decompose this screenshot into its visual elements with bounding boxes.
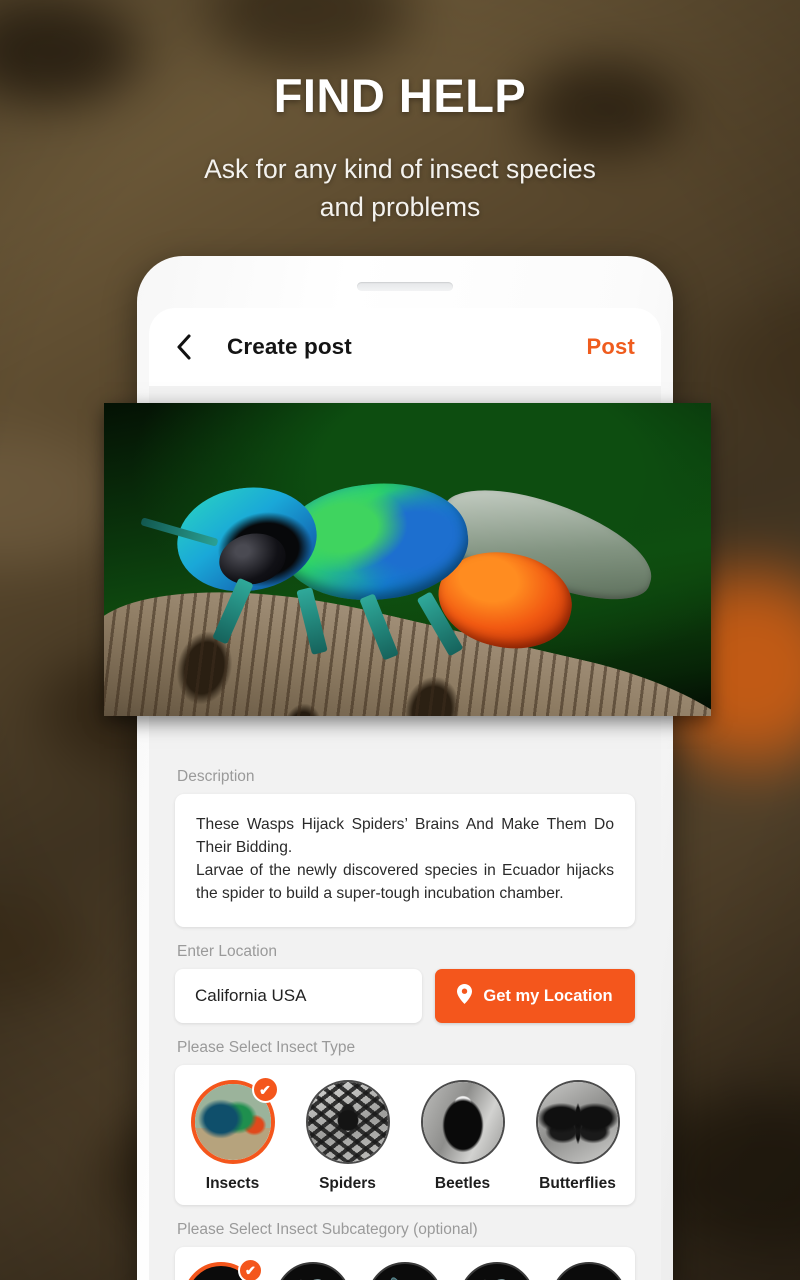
insect-type-option-butterflies[interactable]: Butterflies xyxy=(532,1080,624,1193)
spider-thumb xyxy=(305,1080,390,1165)
insect-type-option-label: Spiders xyxy=(319,1175,376,1193)
promo-subtitle-line2: and problems xyxy=(319,191,481,222)
ant-thumb-wrap: 🐜 ✔ xyxy=(183,1258,263,1280)
description-line-2: Larvae of the newly discovered species i… xyxy=(196,862,614,903)
spider-thumb-image xyxy=(307,1082,388,1163)
post-button[interactable]: Post xyxy=(587,334,635,360)
insect-subcategory-option-bee[interactable]: 🐝 Bee xyxy=(271,1262,355,1280)
wasp-thumb: 🐝 xyxy=(459,1262,535,1280)
wasp-thumb: 🦟 xyxy=(551,1262,627,1280)
insect-type-option-spiders[interactable]: Spiders xyxy=(302,1080,394,1193)
wasp-thumb-wrap: 🪰 xyxy=(367,1262,443,1280)
butterfly-thumb-image xyxy=(537,1082,618,1163)
wasp-thumb-wrap: 🦟 xyxy=(551,1262,627,1280)
beetle-thumb-wrap xyxy=(420,1080,505,1165)
insect-subcategory-option-ant[interactable]: 🐜 ✔ Ant xyxy=(179,1258,263,1280)
get-my-location-button[interactable]: Get my Location xyxy=(435,969,635,1024)
insect-subcategory-option-wasp-3[interactable]: 🦟 Wasp xyxy=(547,1262,631,1280)
selected-check-badge: ✔ xyxy=(251,1076,279,1104)
promo-subtitle: Ask for any kind of insect species and p… xyxy=(0,151,800,226)
wasp-thumb-wrap: 🐝 xyxy=(459,1262,535,1280)
app-bar: Create post Post xyxy=(149,308,661,386)
bee-icon: 🐝 xyxy=(277,1264,349,1280)
insect-subcategory-chooser: 🐜 ✔ Ant 🐝 Bee xyxy=(175,1247,635,1280)
selected-check-badge: ✔ xyxy=(238,1258,263,1280)
description-input[interactable]: These Wasps Hijack Spiders’ Brains And M… xyxy=(175,794,635,928)
insect-subcategory-label: Please Select Insect Subcategory (option… xyxy=(177,1221,478,1239)
insect-type-option-insects[interactable]: ✔ Insects xyxy=(187,1076,279,1193)
insect-type-option-label: Butterflies xyxy=(539,1175,616,1193)
map-pin-icon xyxy=(457,983,473,1009)
get-my-location-label: Get my Location xyxy=(483,986,613,1005)
butterfly-thumb xyxy=(535,1080,620,1165)
chevron-left-icon xyxy=(175,333,192,361)
bee-thumb: 🐝 xyxy=(275,1262,351,1280)
insect-type-option-beetles[interactable]: Beetles xyxy=(417,1080,509,1193)
insect-photo xyxy=(104,403,711,716)
wasp-thumb: 🪰 xyxy=(367,1262,443,1280)
description-line-1: These Wasps Hijack Spiders’ Brains And M… xyxy=(196,816,614,857)
phone-speaker-grille xyxy=(357,282,453,291)
app-bar-title: Create post xyxy=(227,334,352,359)
wasp-icon: 🪰 xyxy=(369,1264,441,1280)
description-label: Description xyxy=(177,768,255,785)
location-input[interactable]: California USA xyxy=(175,969,422,1024)
beetle-thumb xyxy=(420,1080,505,1165)
page-title: FIND HELP xyxy=(273,69,527,122)
insect-subcategory-option-wasp-2[interactable]: 🐝 Wasp xyxy=(455,1262,539,1280)
location-row: California USA Get my Location xyxy=(175,969,635,1024)
butterfly-thumb-wrap xyxy=(535,1080,620,1165)
promo-subtitle-line1: Ask for any kind of insect species xyxy=(204,154,596,184)
insect-type-option-label: Insects xyxy=(205,1175,260,1193)
insect-type-option-label: Beetles xyxy=(434,1175,491,1193)
wasp-icon: 🦟 xyxy=(553,1264,625,1280)
wasp-icon: 🐝 xyxy=(461,1264,533,1280)
back-button[interactable] xyxy=(175,333,205,361)
insect-type-chooser: ✔ Insects Spiders Beetles Butterflies xyxy=(175,1065,635,1206)
insect-type-thumb-wrap: ✔ xyxy=(190,1076,279,1165)
bee-thumb-wrap: 🐝 xyxy=(275,1262,351,1280)
location-label: Enter Location xyxy=(177,943,277,961)
insect-subcategory-option-wasp-1[interactable]: 🪰 Wasp xyxy=(363,1262,447,1280)
spider-thumb-wrap xyxy=(305,1080,390,1165)
insect-type-label: Please Select Insect Type xyxy=(177,1039,356,1057)
beetle-thumb-image xyxy=(422,1082,503,1163)
promo-header: FIND HELP Ask for any kind of insect spe… xyxy=(0,0,800,226)
